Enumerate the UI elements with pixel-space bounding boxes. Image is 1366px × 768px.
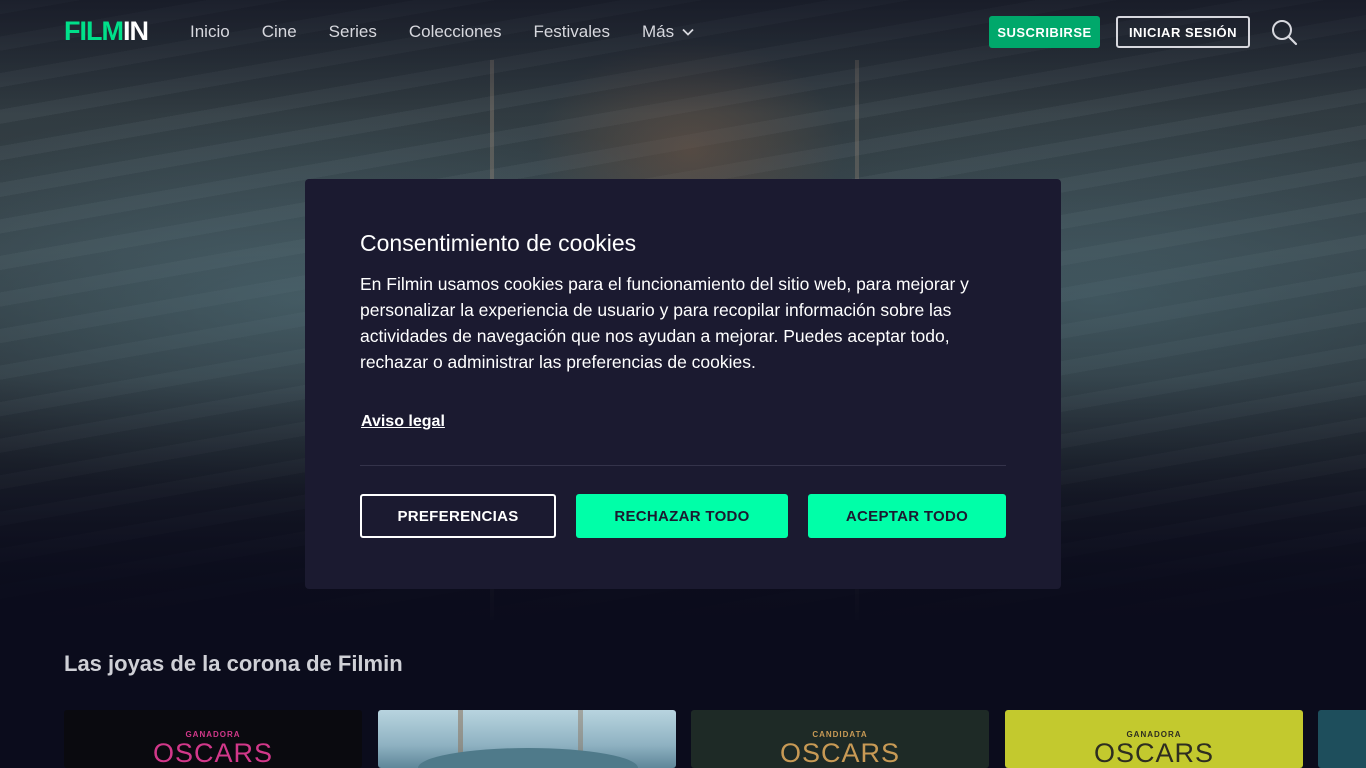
subscribe-button[interactable]: SUSCRIBIRSE (989, 16, 1100, 48)
logo-text-film: FILM (64, 16, 124, 46)
dialog-title: Consentimiento de cookies (360, 230, 637, 256)
nav-label: Cine (261, 22, 297, 41)
poster-detail (418, 748, 638, 768)
main-nav: Inicio Cine Series Colecciones Festivale… (190, 22, 726, 42)
search-icon[interactable] (1270, 18, 1298, 46)
award-badge-title: OSCARS (779, 738, 901, 768)
nav-item-inicio[interactable]: Inicio (190, 22, 230, 42)
legal-notice-link[interactable]: Aviso legal (361, 413, 445, 431)
nav-label: Colecciones (408, 22, 502, 41)
preferences-button[interactable]: PREFERENCIAS (360, 494, 556, 538)
movie-card[interactable]: CANDIDATA OSCARS (691, 710, 989, 768)
award-badge-title: OSCARS (152, 738, 274, 768)
carousel: GANADORA OSCARS CANDIDATA OSCARS GANADOR… (64, 710, 1366, 768)
movie-card[interactable]: GANADORA OSCARS (64, 710, 362, 768)
chevron-down-icon (682, 28, 694, 36)
dialog-body-text: En Filmin usamos cookies para el funcion… (360, 274, 969, 372)
nav-label: Más (641, 22, 675, 41)
nav-item-mas[interactable]: Más (642, 22, 694, 42)
nav-label: Inicio (190, 22, 230, 41)
dialog-divider (360, 465, 1006, 466)
cookie-consent-dialog: Consentimiento de cookies En Filmin usam… (305, 179, 1061, 589)
nav-label: Series (328, 22, 377, 41)
site-header: FILMIN Inicio Cine Series Colecciones Fe… (0, 0, 1366, 64)
award-badge-title: OSCARS (1093, 738, 1215, 768)
reject-all-button[interactable]: RECHAZAR TODO (576, 494, 788, 538)
movie-card[interactable] (1318, 710, 1366, 768)
movie-card[interactable]: GANADORA OSCARS (1005, 710, 1303, 768)
accept-all-button[interactable]: ACEPTAR TODO (808, 494, 1006, 538)
nav-item-festivales[interactable]: Festivales (533, 22, 610, 42)
movie-card[interactable] (378, 710, 676, 768)
nav-item-series[interactable]: Series (329, 22, 377, 42)
login-button[interactable]: INICIAR SESIÓN (1116, 16, 1250, 48)
logo-text-in: IN (122, 16, 149, 46)
nav-item-cine[interactable]: Cine (262, 22, 297, 42)
section-title: Las joyas de la corona de Filmin (64, 651, 403, 676)
filmin-logo[interactable]: FILMIN (64, 16, 149, 46)
nav-item-colecciones[interactable]: Colecciones (409, 22, 502, 42)
nav-label: Festivales (533, 22, 610, 41)
